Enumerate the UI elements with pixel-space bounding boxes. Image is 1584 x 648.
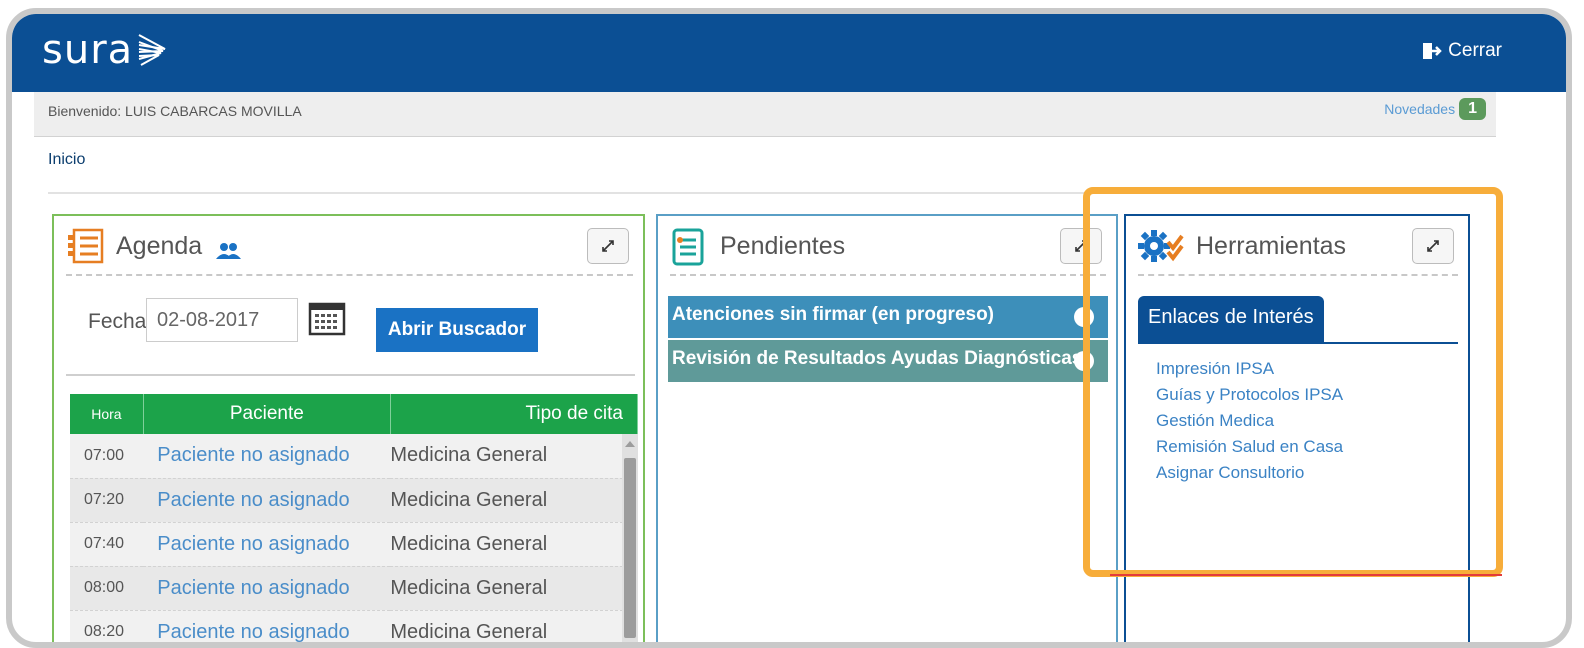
table-row[interactable]: 08:00 Paciente no asignado Medicina Gene… [70,566,638,610]
link-impresion-ipsa[interactable]: Impresión IPSA [1156,356,1343,382]
table-row[interactable]: 07:00 Paciente no asignado Medicina Gene… [70,434,638,478]
pendientes-expand-button[interactable] [1060,228,1102,264]
table-row[interactable]: 07:40 Paciente no asignado Medicina Gene… [70,522,638,566]
herramientas-title: Herramientas [1196,232,1347,260]
cell-tipo: Medicina General [390,532,548,555]
chevron-circle-icon [1074,307,1094,327]
cell-tipo: Medicina General [390,620,548,643]
cell-hora: 07:00 [84,446,125,464]
fecha-input[interactable] [146,298,298,342]
column-header-tipo[interactable]: Tipo de cita [390,394,639,434]
agenda-title: Agenda [116,232,203,260]
welcome-bar: Bienvenido: LUIS CABARCAS MOVILLA Noveda… [34,92,1496,137]
pendientes-panel-header: Pendientes [670,224,1106,276]
agenda-scrollbar[interactable] [622,434,638,642]
fecha-label: Fecha [88,310,147,333]
herramientas-panel: Herramientas Enlaces de Interés Impresió… [1124,214,1470,642]
pendiente-item-label: Atenciones sin firmar (en progreso) [672,304,995,325]
scrollbar-thumb[interactable] [624,458,636,638]
link-remision-salud-casa[interactable]: Remisión Salud en Casa [1156,434,1343,460]
agenda-list-icon [68,228,104,264]
chevron-circle-icon [1074,351,1094,371]
tools-gear-check-icon [1138,230,1184,262]
pendientes-title: Pendientes [720,232,846,260]
sura-wing-icon [138,34,166,66]
agenda-panel-header: Agenda [66,224,633,276]
document-list-icon [672,228,704,266]
breadcrumb-inicio[interactable]: Inicio [48,151,85,169]
agenda-panel: Agenda Fecha Abrir Busc [52,214,645,643]
users-icon[interactable] [216,242,242,260]
herramientas-expand-button[interactable] [1412,228,1454,264]
agenda-separator [66,374,635,376]
cell-hora: 07:40 [84,535,125,552]
scroll-up-arrow-icon[interactable] [625,440,635,448]
cell-paciente-link[interactable]: Paciente no asignado [143,566,390,610]
column-header-paciente[interactable]: Paciente [143,394,391,434]
cell-tipo: Medicina General [390,488,548,511]
cell-hora: 08:00 [84,579,125,596]
novedades-label: Novedades [1384,101,1456,117]
logout-icon [1423,43,1442,59]
cell-tipo: Medicina General [390,576,548,599]
agenda-expand-button[interactable] [587,228,629,264]
table-row[interactable]: 08:20 Paciente no asignado Medicina Gene… [70,610,638,643]
pendiente-item-label: Revisión de Resultados Ayudas Diagnóstic… [672,348,1083,369]
tab-enlaces-de-interes[interactable]: Enlaces de Interés [1138,296,1324,342]
top-navbar: sura Cerrar [12,14,1566,92]
browser-frame: sura Cerrar Bienvenido: LUIS CABARCAS MO… [6,8,1572,648]
cell-paciente-link[interactable]: Paciente no asignado [143,610,390,643]
link-guias-protocolos[interactable]: Guías y Protocolos IPSA [1156,382,1343,408]
enlaces-list: Impresión IPSA Guías y Protocolos IPSA G… [1156,356,1343,486]
logout-button[interactable]: Cerrar [1422,40,1502,62]
welcome-text: Bienvenido: LUIS CABARCAS MOVILLA [48,103,302,119]
herramientas-panel-header: Herramientas [1138,224,1458,276]
abrir-buscador-button[interactable]: Abrir Buscador [376,308,538,352]
expand-icon [602,240,614,252]
cell-paciente-link[interactable]: Paciente no asignado [143,434,390,478]
pendientes-panel: Pendientes Atenciones sin firmar (en pro… [656,214,1118,642]
link-gestion-medica[interactable]: Gestión Medica [1156,408,1343,434]
cell-hora: 07:20 [84,491,125,508]
expand-icon [1427,240,1439,252]
pendiente-item-revision[interactable]: Revisión de Resultados Ayudas Diagnóstic… [668,340,1108,382]
calendar-icon[interactable] [308,300,346,336]
cell-tipo: Medicina General [390,444,548,467]
link-asignar-consultorio[interactable]: Asignar Consultorio [1156,460,1343,486]
novedades-count-badge: 1 [1459,98,1486,120]
expand-icon [1075,240,1087,252]
divider [48,192,1496,194]
agenda-table: Hora Paciente Tipo de cita 07:00 Pacient… [70,394,639,643]
column-header-hora[interactable]: Hora [70,394,144,434]
tab-underline [1138,342,1458,344]
agenda-table-header: Hora Paciente Tipo de cita [70,394,639,434]
pendiente-item-atenciones[interactable]: Atenciones sin firmar (en progreso) [668,296,1108,338]
table-row[interactable]: 07:20 Paciente no asignado Medicina Gene… [70,478,638,522]
cell-paciente-link[interactable]: Paciente no asignado [143,478,390,522]
cell-hora: 08:20 [84,623,125,640]
novedades-link[interactable]: Novedades 1 [1384,98,1486,120]
cell-paciente-link[interactable]: Paciente no asignado [143,522,390,566]
logout-label: Cerrar [1448,40,1502,61]
sura-logo: sura [42,30,167,70]
